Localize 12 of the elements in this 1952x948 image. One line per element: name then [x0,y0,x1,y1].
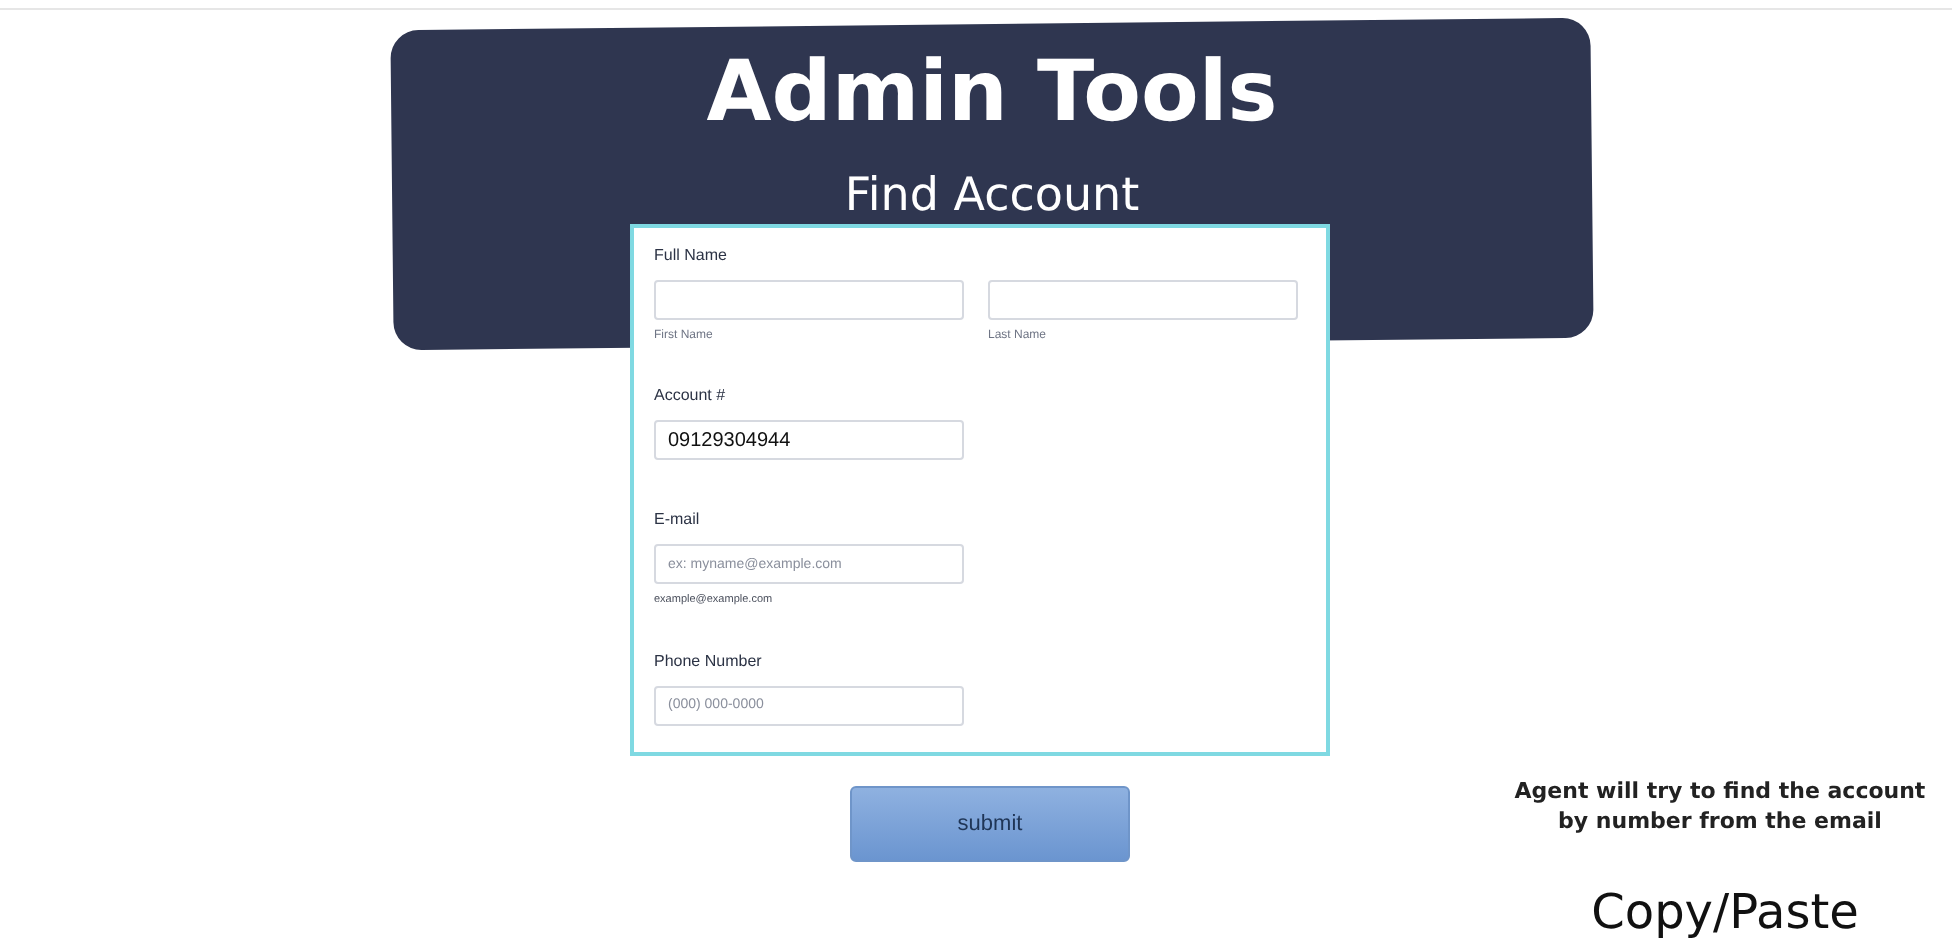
account-number-field[interactable]: 09129304944 [654,420,964,460]
page-title: Admin Tools [704,44,1280,140]
last-name-field[interactable] [988,280,1298,320]
field-label: E-mail [654,512,702,528]
field-label: Phone Number [654,653,764,669]
field-label: Account # [654,388,728,404]
field-label: Full Name [654,248,729,264]
caption-text: Copy/Paste [1589,882,1861,944]
page-subtitle: Find Account [842,168,1142,224]
agent-note: Agent will try to find the account by number from the email [1512,776,1928,836]
submit-button[interactable]: submit [850,786,1130,862]
first-name-field[interactable] [654,280,964,320]
